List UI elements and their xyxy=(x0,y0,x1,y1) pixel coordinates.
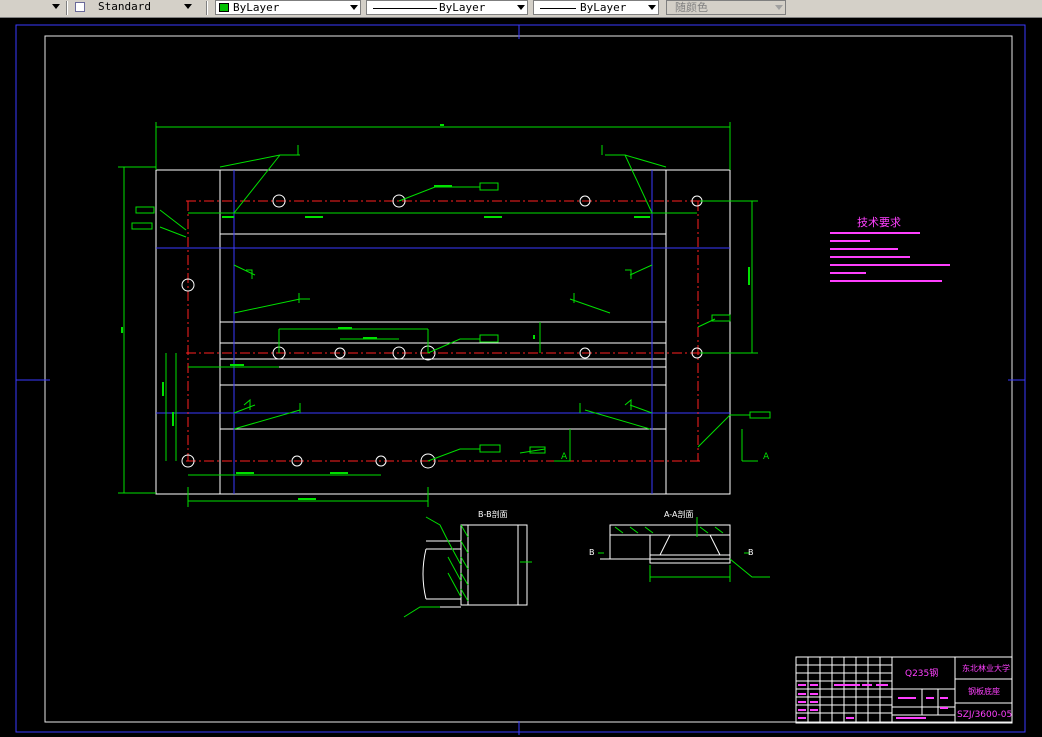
lineweight-preview-icon xyxy=(540,8,576,9)
plot-style-dropdown[interactable]: 随颜色 xyxy=(666,0,786,15)
toolbar-separator xyxy=(206,1,208,15)
color-dropdown[interactable]: ByLayer xyxy=(215,0,361,15)
corner-block xyxy=(219,412,235,430)
color-value: ByLayer xyxy=(233,1,280,14)
dimension-lines xyxy=(118,122,771,507)
chevron-down-icon xyxy=(350,5,358,10)
linetype-preview-icon xyxy=(373,8,437,9)
section-view-a-a: A-A剖面 B B xyxy=(589,509,770,582)
drawing-canvas[interactable]: A A 技术要求 B-B剖面 A-A剖面 B B Q235钢 东北林业大学 钢板… xyxy=(0,17,1042,737)
plan-view: A A xyxy=(118,122,771,507)
chevron-down-icon xyxy=(648,5,656,10)
linetype-dropdown[interactable]: ByLayer xyxy=(366,0,528,15)
chevron-down-icon xyxy=(517,5,525,10)
linetype-value: ByLayer xyxy=(439,1,486,14)
section-marker-a: A xyxy=(763,452,770,462)
title-block-school: 东北林业大学 xyxy=(962,663,1010,673)
section-title-a-a: A-A剖面 xyxy=(664,509,693,519)
section-marker-b: B xyxy=(589,548,595,557)
corner-block xyxy=(219,233,235,249)
corner-block xyxy=(651,412,667,430)
title-block-material: Q235钢 xyxy=(905,667,938,679)
center-lines xyxy=(186,200,700,462)
section-marker-b: B xyxy=(748,548,754,557)
bolt-holes xyxy=(181,194,703,469)
sheet-outer-border xyxy=(15,24,1026,733)
layer-dropdown[interactable] xyxy=(0,0,62,15)
title-block-part-name: 钢板底座 xyxy=(968,686,1000,696)
text-style-dropdown[interactable]: Standard xyxy=(72,0,194,15)
toolbar-separator xyxy=(66,1,68,15)
section-title-b-b: B-B剖面 xyxy=(478,509,508,519)
tech-requirements-title: 技术要求 xyxy=(857,216,901,229)
title-block: Q235钢 东北林业大学 钢板底座 SZJ/3600-05 xyxy=(795,656,1013,724)
chevron-down-icon xyxy=(184,4,192,9)
chevron-down-icon xyxy=(52,4,60,9)
small-dimension-text xyxy=(121,124,750,500)
properties-toolbar: Standard ByLayer ByLayer ByLayer 随颜色 xyxy=(0,0,1042,18)
corner-block xyxy=(651,233,667,249)
lower-channel xyxy=(219,384,667,430)
section-view-b-b: B-B剖面 xyxy=(403,509,532,618)
lineweight-value: ByLayer xyxy=(580,1,627,14)
text-style-value: Standard xyxy=(98,0,151,13)
color-swatch-icon xyxy=(219,3,229,12)
technical-requirements: 技术要求 xyxy=(830,216,950,282)
chevron-down-icon xyxy=(775,5,783,10)
lineweight-dropdown[interactable]: ByLayer xyxy=(533,0,659,15)
base-plate-outline xyxy=(155,169,731,495)
sheet-inner-border xyxy=(44,35,1013,723)
title-block-drawing-no: SZJ/3600-05 xyxy=(957,710,1012,720)
section-marker-a: A xyxy=(561,452,568,462)
text-style-icon xyxy=(75,2,85,12)
plot-style-value: 随颜色 xyxy=(675,1,708,14)
